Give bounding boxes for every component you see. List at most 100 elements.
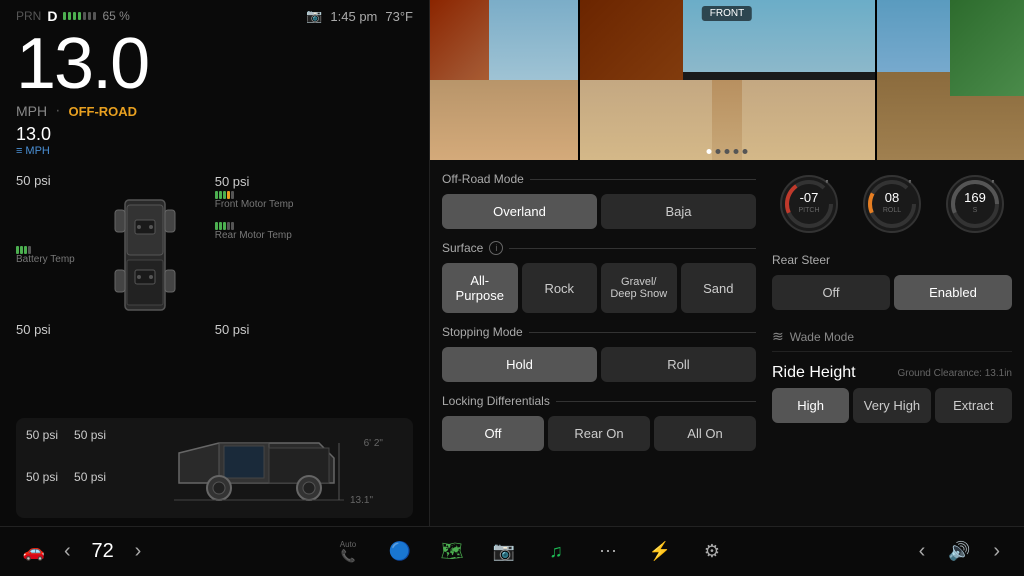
tire-pressure-fl: 50 psi [16, 173, 75, 188]
bluetooth-icon[interactable]: 🔵 [382, 534, 418, 570]
all-on-button[interactable]: All On [654, 416, 756, 451]
cam-dot-3 [725, 149, 730, 154]
bottom-tire-fl: 50 psi [26, 428, 58, 466]
ride-height-group: High Very High Extract [772, 388, 1012, 423]
ride-very-high-button[interactable]: Very High [853, 388, 930, 423]
rear-steer-enabled-button[interactable]: Enabled [894, 275, 1012, 310]
tire-pressures-left: 50 psi Battery Temp 50 psi [16, 165, 75, 345]
right-nav-next[interactable]: › [985, 536, 1008, 567]
baja-button[interactable]: Baja [601, 194, 756, 229]
page-number: 72 [83, 540, 123, 563]
surface-label: Surface i [442, 241, 756, 255]
all-purpose-button[interactable]: All-Purpose [442, 263, 518, 313]
mode-separator: · [55, 102, 60, 120]
controls-area: Off-Road Mode Overland Baja Surface i Al… [430, 160, 1024, 526]
battery-bar [88, 12, 91, 20]
bottom-tire-fr: 50 psi [74, 428, 106, 466]
ride-height-label: Ride Height [772, 364, 856, 382]
battery-bar [63, 12, 66, 20]
wade-mode-icon: ≋ [772, 328, 784, 345]
vehicle-section: 50 psi Battery Temp 50 psi [16, 165, 413, 345]
top-bar: PRN D 65 % 📷 1:45 pm 73°F [16, 8, 413, 24]
left-panel: PRN D 65 % 📷 1:45 pm 73°F 13 [0, 0, 430, 526]
speed-display: 13.0 [16, 28, 413, 100]
bottom-tire-rl: 50 psi [26, 470, 58, 508]
off-road-badge: OFF-ROAD [68, 104, 137, 119]
volume-icon[interactable]: 🔊 [941, 534, 977, 570]
bottom-tire-rr: 50 psi [74, 470, 106, 508]
svg-text:PITCH: PITCH [799, 207, 820, 214]
stopping-mode-label: Stopping Mode [442, 325, 756, 339]
gear-prn: PRN [16, 9, 41, 23]
cam-dot-1 [707, 149, 712, 154]
surface-info-icon[interactable]: i [489, 241, 503, 255]
camera-icon: 📷 [306, 8, 322, 24]
gear-d: D [47, 8, 57, 24]
sand-button[interactable]: Sand [681, 263, 757, 313]
roll-gauge: 08 ° ROLL [855, 172, 930, 241]
svg-text:°: ° [991, 179, 994, 188]
gauges-row: -07 ° PITCH 08 ° ROLL [772, 172, 1012, 241]
nav-icon[interactable]: 🗺 [434, 534, 470, 570]
phone-icon[interactable]: Auto 📞 [330, 534, 366, 570]
car-icon[interactable]: 🚗 [16, 534, 52, 570]
rear-motor-temp: Rear Motor Temp [215, 222, 294, 241]
mph-label: MPH [16, 145, 413, 157]
left-controls: Off-Road Mode Overland Baja Surface i Al… [442, 172, 756, 514]
speed-unit-row: MPH · OFF-ROAD [16, 102, 413, 120]
locking-diffs-label: Locking Differentials [442, 394, 756, 408]
camera-strip: FRONT [430, 0, 1024, 160]
bottom-section: 50 psi 50 psi 50 psi 50 psi [16, 418, 413, 518]
truck-side-view: 6' 2" 13.1" [114, 428, 403, 508]
spotify-icon[interactable]: ♫ [538, 534, 574, 570]
page-next-button[interactable]: › [127, 536, 150, 567]
speed-sub-display: 13.0 [16, 124, 413, 145]
camera-task-icon[interactable]: 📷 [486, 534, 522, 570]
center-camera-feed: FRONT [580, 0, 875, 160]
taskbar-right: ‹ 🔊 › [911, 534, 1008, 570]
roll-button[interactable]: Roll [601, 347, 756, 382]
ride-high-button[interactable]: High [772, 388, 849, 423]
energy-icon[interactable]: ⚡ [642, 534, 678, 570]
off-road-mode-label: Off-Road Mode [442, 172, 756, 186]
ride-extract-button[interactable]: Extract [935, 388, 1012, 423]
speed-unit: MPH [16, 103, 47, 119]
rear-motor-temp-label: Rear Motor Temp [215, 230, 294, 241]
right-panel: FRONT Off-Road Mode [430, 0, 1024, 526]
surface-group: All-Purpose Rock Gravel/ Deep Snow Sand [442, 263, 756, 313]
gear-info: PRN D 65 % [16, 8, 130, 24]
wade-mode-label: Wade Mode [790, 330, 854, 344]
time-display: 1:45 pm [330, 9, 377, 24]
rear-steer-off-button[interactable]: Off [772, 275, 890, 310]
off-road-mode-group: Overland Baja [442, 194, 756, 229]
ground-clearance-text: Ground Clearance: 13.1in [897, 368, 1012, 379]
stopping-mode-group: Hold Roll [442, 347, 756, 382]
battery-bar [93, 12, 96, 20]
left-camera-feed [430, 0, 578, 160]
diff-off-button[interactable]: Off [442, 416, 544, 451]
overland-button[interactable]: Overland [442, 194, 597, 229]
svg-text:ROLL: ROLL [883, 207, 901, 214]
page-prev-button[interactable]: ‹ [56, 536, 79, 567]
front-motor-temp: Front Motor Temp [215, 191, 294, 210]
battery-bar [73, 12, 76, 20]
right-camera-feed [877, 0, 1024, 160]
rear-steer-group: Off Enabled [772, 275, 1012, 310]
svg-text:-07: -07 [800, 190, 819, 205]
battery-bars [63, 12, 96, 20]
right-nav-prev[interactable]: ‹ [911, 536, 934, 567]
battery-bar [78, 12, 81, 20]
rear-on-button[interactable]: Rear On [548, 416, 650, 451]
more-icon[interactable]: ⋯ [590, 534, 626, 570]
rock-button[interactable]: Rock [522, 263, 598, 313]
temperature-display: 73°F [385, 9, 413, 24]
settings-icon[interactable]: ⚙ [694, 534, 730, 570]
tire-pressure-rl: 50 psi [16, 322, 75, 337]
hold-button[interactable]: Hold [442, 347, 597, 382]
locking-diffs-group: Off Rear On All On [442, 416, 756, 451]
gravel-deep-snow-button[interactable]: Gravel/ Deep Snow [601, 263, 677, 313]
wade-mode-row[interactable]: ≋ Wade Mode [772, 322, 1012, 352]
ride-height-header: Ride Height Ground Clearance: 13.1in [772, 364, 1012, 382]
front-motor-temp-label: Front Motor Temp [215, 199, 294, 210]
svg-text:°: ° [908, 179, 911, 188]
